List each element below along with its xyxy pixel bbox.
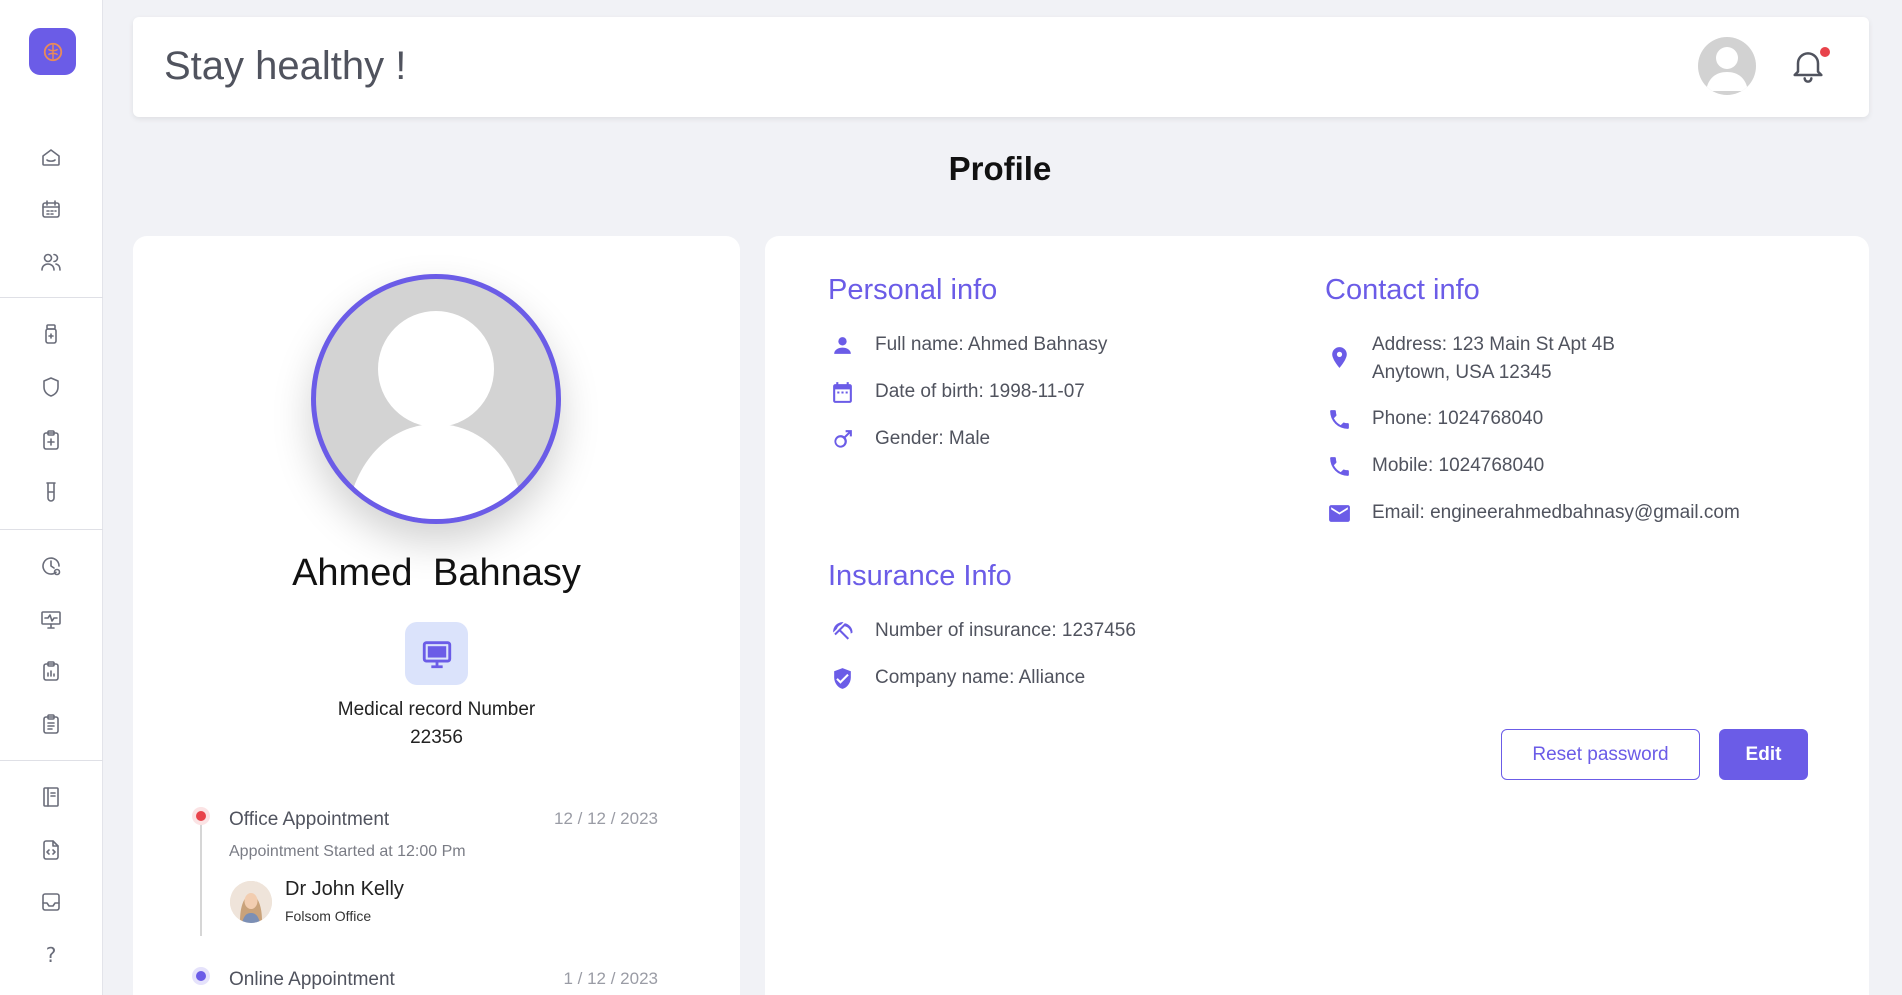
personal-info-title: Personal info — [828, 274, 998, 306]
dob-row: Date of birth: 1998-11-07 — [828, 378, 1085, 406]
address-line1: Address: 123 Main St Apt 4B — [1372, 334, 1615, 355]
inbox-icon — [42, 893, 60, 911]
doctor-photo-icon — [230, 881, 272, 923]
address-line2: Anytown, USA 12345 — [1372, 362, 1552, 383]
male-icon — [833, 429, 852, 448]
test-tube-icon — [46, 482, 56, 502]
patient-name: Ahmed Bahnasy — [292, 552, 581, 594]
dob-text: Date of birth: 1998-11-07 — [875, 381, 1085, 402]
sidebar-divider — [0, 529, 103, 530]
monitor-pulse-icon — [41, 611, 61, 629]
info-card: Personal info Full name: Ahmed Bahnasy D… — [765, 236, 1869, 995]
sidebar-item-files[interactable] — [35, 834, 67, 866]
full-name-text: Full name: Ahmed Bahnasy — [875, 334, 1108, 355]
doctor-avatar[interactable] — [230, 881, 272, 923]
user-avatar[interactable] — [1698, 37, 1756, 95]
mobile-text: Mobile: 1024768040 — [1372, 455, 1545, 476]
clock-history-icon — [42, 557, 61, 576]
appointment-date: 1 / 12 / 2023 — [563, 969, 658, 988]
mobile-row: Mobile: 1024768040 — [1325, 452, 1544, 480]
doctor-name: Dr John Kelly — [285, 878, 404, 900]
insurance-number-text: Number of insurance: 1237456 — [875, 620, 1136, 641]
shield-check-icon — [833, 667, 851, 689]
monitor-icon — [422, 640, 451, 668]
sidebar-item-monitoring[interactable] — [35, 603, 67, 635]
mail-icon — [1328, 504, 1350, 522]
location-pin-icon — [1331, 346, 1347, 368]
appointment-started-text: Appointment Started at 12:00 Pm — [229, 843, 466, 860]
appointment-status-dot — [192, 807, 210, 825]
person-placeholder-icon — [346, 311, 526, 519]
medical-logo-icon — [43, 42, 62, 61]
sidebar-divider — [0, 297, 103, 298]
full-name-row: Full name: Ahmed Bahnasy — [828, 331, 1107, 359]
insurance-company-row: Company name: Alliance — [828, 664, 1085, 692]
edit-button[interactable]: Edit — [1719, 729, 1808, 780]
notebook-icon — [43, 787, 59, 807]
sidebar-item-records[interactable] — [35, 424, 67, 456]
clipboard-chart-icon — [43, 661, 59, 681]
phone-text: Phone: 1024768040 — [1372, 408, 1544, 429]
gender-row: Gender: Male — [828, 425, 990, 453]
sidebar-item-reports[interactable] — [35, 655, 67, 687]
medical-record-number: 22356 — [410, 727, 463, 748]
sidebar-item-help[interactable]: ? — [35, 939, 67, 971]
app-logo[interactable] — [29, 28, 76, 75]
email-text: Email: engineerahmedbahnasy@gmail.com — [1372, 502, 1740, 523]
avatar-placeholder-icon — [1706, 47, 1748, 91]
notification-badge — [1820, 47, 1830, 57]
medical-record-badge — [405, 622, 468, 685]
users-icon — [41, 253, 61, 271]
calendar-icon — [42, 200, 60, 218]
appointment-date: 12 / 12 / 2023 — [554, 809, 658, 828]
sidebar-item-medications[interactable] — [35, 318, 67, 350]
medical-record-label: Medical record Number — [337, 699, 536, 720]
calendar-icon — [832, 381, 852, 403]
sidebar-item-history[interactable] — [35, 550, 67, 582]
clipboard-plus-icon — [43, 430, 59, 450]
insurance-info-title: Insurance Info — [828, 560, 1012, 592]
timeline-line — [200, 818, 202, 936]
sidebar-item-lab[interactable] — [35, 476, 67, 508]
email-row: Email: engineerahmedbahnasy@gmail.com — [1325, 499, 1740, 527]
gender-text: Gender: Male — [875, 428, 991, 449]
insurance-company-text: Company name: Alliance — [875, 667, 1086, 688]
address-row: Address: 123 Main St Apt 4B Anytown, USA… — [1325, 331, 1615, 387]
profile-avatar[interactable] — [311, 274, 561, 524]
appointment-status-dot — [192, 967, 210, 985]
sidebar-item-notebook[interactable] — [35, 781, 67, 813]
sidebar-item-patients[interactable] — [35, 246, 67, 278]
sidebar-item-calendar[interactable] — [35, 193, 67, 225]
reset-password-button[interactable]: Reset password — [1501, 729, 1700, 780]
profile-card: Ahmed Bahnasy Medical record Number 2235… — [133, 236, 740, 995]
sidebar-divider — [0, 760, 103, 761]
appointment-title[interactable]: Online Appointment — [229, 969, 395, 991]
insurance-number-row: Number of insurance: 1237456 — [828, 617, 1136, 645]
contact-info-title: Contact info — [1325, 274, 1480, 306]
sidebar-item-insurance[interactable] — [35, 371, 67, 403]
sidebar-item-tasks[interactable] — [35, 708, 67, 740]
person-icon — [833, 336, 851, 354]
header-title: Stay healthy ! — [164, 44, 407, 88]
page-title: Profile — [948, 150, 1052, 187]
umbrella-icon — [832, 621, 853, 640]
shield-icon — [43, 377, 59, 397]
help-icon: ? — [45, 943, 57, 967]
phone-icon — [1329, 456, 1349, 476]
appointment-title[interactable]: Office Appointment — [229, 809, 389, 831]
file-code-icon — [43, 840, 59, 860]
top-header: Stay healthy ! — [133, 17, 1869, 117]
sidebar-item-inbox[interactable] — [35, 886, 67, 918]
phone-icon — [1329, 409, 1349, 429]
doctor-office: Folsom Office — [285, 908, 372, 924]
clipboard-list-icon — [43, 714, 59, 734]
phone-row: Phone: 1024768040 — [1325, 405, 1543, 433]
medicine-bottle-icon — [45, 324, 57, 344]
